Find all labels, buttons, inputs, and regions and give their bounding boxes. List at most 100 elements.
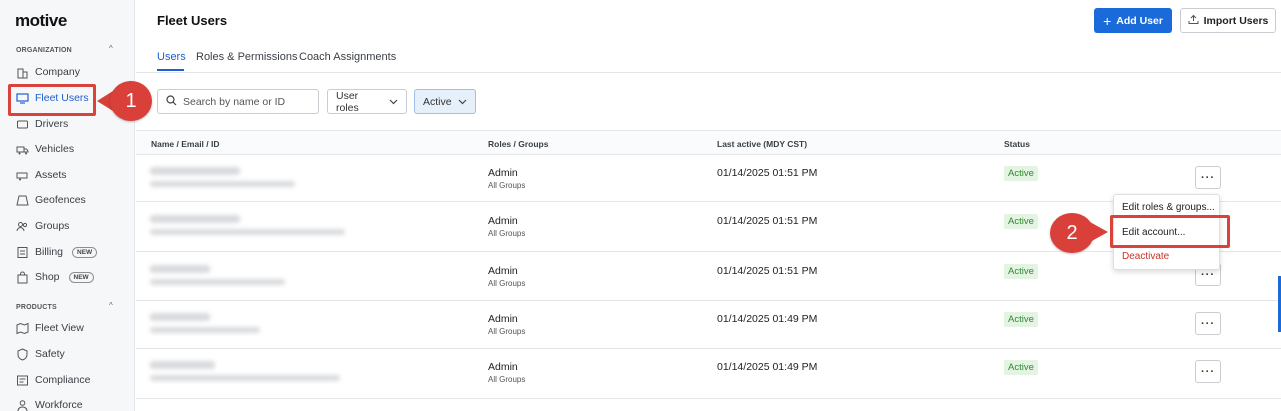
redacted-email — [150, 181, 295, 187]
row-role: Admin — [488, 313, 518, 325]
chevron-up-icon[interactable]: ^ — [109, 301, 113, 310]
table-row[interactable]: Admin All Groups 01/14/2025 01:51 PM Act… — [136, 155, 1281, 202]
status-badge: Active — [1004, 264, 1038, 279]
sidebar-item-assets[interactable]: Assets — [16, 164, 128, 186]
sidebar-item-label: Safety — [35, 348, 65, 360]
row-last-active: 01/14/2025 01:51 PM — [717, 167, 818, 179]
menu-item-edit-roles[interactable]: Edit roles & groups... — [1122, 202, 1215, 213]
plus-icon: + — [1103, 12, 1112, 29]
truck-icon — [16, 143, 29, 156]
groups-icon — [16, 220, 29, 233]
sidebar-item-label: Groups — [35, 220, 70, 232]
chevron-down-icon — [458, 96, 467, 108]
new-badge: NEW — [68, 271, 94, 283]
sidebar-item-label: Drivers — [35, 118, 69, 130]
sidebar-item-label: Billing — [35, 246, 64, 258]
row-actions-button[interactable]: ··· — [1195, 166, 1221, 189]
status-badge: Active — [1004, 214, 1038, 229]
callout-badge-1: 1 — [110, 81, 152, 121]
redacted-name — [150, 265, 210, 273]
billing-icon — [16, 246, 29, 259]
organization-section-label: ORGANIZATION — [16, 47, 72, 54]
sidebar-item-compliance[interactable]: Compliance — [16, 369, 128, 391]
sidebar-item-safety[interactable]: Safety — [16, 343, 128, 365]
status-badge: Active — [1004, 166, 1038, 181]
trailer-icon — [16, 169, 29, 182]
row-groups: All Groups — [488, 181, 526, 190]
row-last-active: 01/14/2025 01:51 PM — [717, 265, 818, 277]
sidebar-item-label: Workforce — [35, 399, 83, 411]
table-header: Name / Email / ID Roles / Groups Last ac… — [136, 130, 1281, 155]
add-user-button[interactable]: + Add User — [1094, 8, 1172, 33]
row-groups: All Groups — [488, 229, 526, 238]
sidebar-item-geofences[interactable]: Geofences — [16, 189, 128, 211]
steering-icon — [16, 118, 29, 131]
redacted-email — [150, 279, 285, 285]
redacted-name — [150, 313, 210, 321]
sidebar-item-billing[interactable]: Billing NEW — [16, 241, 128, 263]
table-row[interactable]: Admin All Groups 01/14/2025 01:51 PM Act… — [136, 253, 1281, 301]
status-filter-select[interactable]: Active — [414, 89, 476, 114]
sidebar-item-company[interactable]: Company — [16, 61, 128, 83]
tab-coach-assignments[interactable]: Coach Assignments — [299, 51, 396, 63]
row-groups: All Groups — [488, 375, 526, 384]
callout-pointer — [1090, 222, 1108, 242]
search-input[interactable] — [183, 95, 313, 108]
redacted-email — [150, 375, 340, 381]
table-row[interactable]: Admin All Groups 01/14/2025 01:49 PM Act… — [136, 301, 1281, 349]
sidebar-item-label: Shop — [35, 271, 60, 283]
sidebar-item-drivers[interactable]: Drivers — [16, 113, 128, 135]
sidebar-item-workforce[interactable]: Workforce — [16, 394, 128, 411]
redacted-email — [150, 327, 260, 333]
fleet-users-highlight-box — [8, 84, 96, 116]
row-actions-button[interactable]: ··· — [1195, 360, 1221, 383]
sidebar-item-fleet-view[interactable]: Fleet View — [16, 317, 128, 339]
sidebar-item-shop[interactable]: Shop NEW — [16, 266, 128, 288]
redacted-email — [150, 229, 345, 235]
row-role: Admin — [488, 361, 518, 373]
motive-logo[interactable]: motive — [15, 11, 67, 31]
row-actions-button[interactable]: ··· — [1195, 312, 1221, 335]
sidebar-item-label: Compliance — [35, 374, 91, 386]
chevron-down-icon — [389, 96, 398, 108]
sidebar-item-label: Geofences — [35, 194, 86, 206]
status-badge: Active — [1004, 360, 1038, 375]
redacted-name — [150, 361, 215, 369]
user-roles-select[interactable]: User roles — [327, 89, 407, 114]
row-role: Admin — [488, 265, 518, 277]
products-section-label: PRODUCTS — [16, 304, 57, 311]
table-row[interactable]: Admin All Groups 01/14/2025 01:49 PM Act… — [136, 349, 1281, 399]
sidebar-item-groups[interactable]: Groups — [16, 215, 128, 237]
active-tab-indicator — [157, 69, 184, 71]
status-badge: Active — [1004, 312, 1038, 327]
sidebar: motive ORGANIZATION ^ Company Fleet User… — [0, 0, 135, 411]
menu-item-deactivate[interactable]: Deactivate — [1122, 251, 1169, 262]
import-users-button[interactable]: Import Users — [1180, 8, 1276, 33]
shield-icon — [16, 347, 29, 361]
column-header-roles[interactable]: Roles / Groups — [488, 139, 548, 149]
upload-icon — [1188, 14, 1199, 28]
new-badge: NEW — [72, 246, 98, 258]
column-header-status[interactable]: Status — [1004, 139, 1030, 149]
chevron-up-icon[interactable]: ^ — [109, 44, 113, 53]
column-header-last-active[interactable]: Last active (MDY CST) — [717, 139, 807, 149]
tab-users[interactable]: Users — [157, 51, 186, 63]
compliance-icon — [16, 374, 29, 387]
tab-roles-permissions[interactable]: Roles & Permissions — [196, 51, 297, 63]
sidebar-item-label: Vehicles — [35, 143, 75, 155]
search-field[interactable] — [157, 89, 319, 114]
row-last-active: 01/14/2025 01:49 PM — [717, 313, 818, 325]
tabs-divider — [136, 72, 1281, 73]
row-last-active: 01/14/2025 01:49 PM — [717, 361, 818, 373]
row-role: Admin — [488, 167, 518, 179]
row-last-active: 01/14/2025 01:51 PM — [717, 215, 818, 227]
column-header-name[interactable]: Name / Email / ID — [151, 139, 220, 149]
redacted-name — [150, 215, 240, 223]
sidebar-item-vehicles[interactable]: Vehicles — [16, 138, 128, 160]
person-icon — [16, 399, 29, 411]
sidebar-item-label: Company — [35, 66, 80, 78]
sidebar-item-label: Assets — [35, 169, 67, 181]
row-groups: All Groups — [488, 327, 526, 336]
sidebar-item-label: Fleet View — [35, 322, 84, 334]
geofence-icon — [16, 194, 29, 207]
